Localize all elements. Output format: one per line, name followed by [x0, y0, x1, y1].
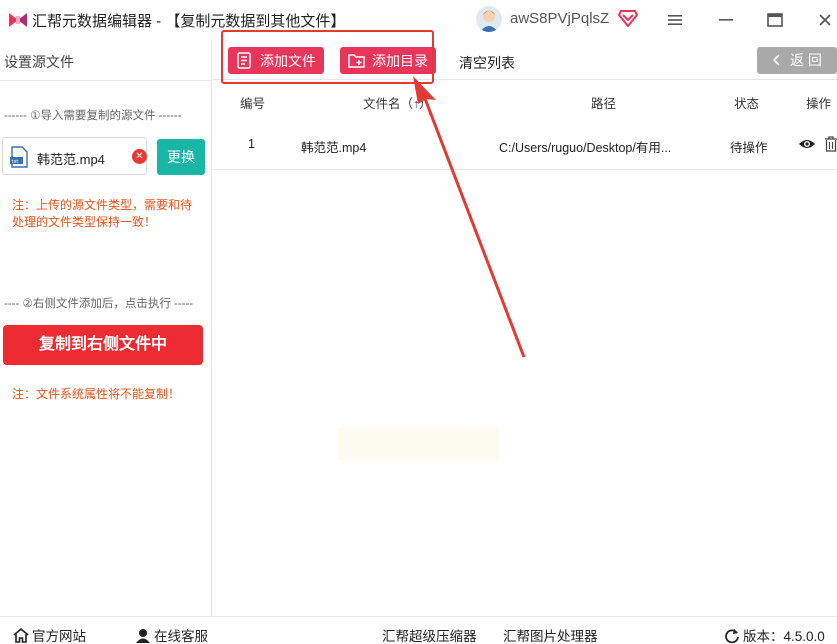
- sidebar-heading: 设置源文件: [0, 40, 212, 81]
- section-execute-divider: ---- ②右侧文件添加后，点击执行 -----: [4, 298, 194, 310]
- file-table-header: 编号 文件名（↑） 路径 状态 操作: [213, 81, 837, 119]
- window-title: 汇帮元数据编辑器 - 【复制元数据到其他文件】: [32, 13, 346, 30]
- footer: 官方网站 在线客服 汇帮超级压缩器 汇帮图片处理器 版本：4.5.0.0: [0, 616, 837, 644]
- row-status: 待操作: [730, 141, 768, 155]
- file-type-note: 注：上传的源文件类型，需要和待处理的文件类型保持一致！: [12, 198, 193, 229]
- replace-button[interactable]: 更换: [157, 139, 205, 175]
- back-button[interactable]: 返 回: [757, 47, 837, 74]
- clear-list-button[interactable]: 清空列表: [459, 53, 515, 73]
- avatar-icon[interactable]: [476, 6, 502, 32]
- support-icon: [136, 628, 150, 643]
- version-info[interactable]: 版本：4.5.0.0: [724, 625, 825, 644]
- home-icon: [13, 627, 29, 643]
- compressor-link[interactable]: 汇帮超级压缩器: [382, 625, 477, 644]
- row-index: 1: [248, 137, 255, 151]
- official-site-label: 官方网站: [32, 629, 86, 644]
- source-file-name: 韩范范.mp4: [37, 152, 105, 167]
- watermark: [338, 428, 498, 460]
- source-file-chip[interactable]: txt 韩范范.mp4 ✕: [2, 137, 147, 175]
- trash-icon[interactable]: [822, 136, 837, 152]
- refresh-icon: [725, 628, 739, 643]
- chevron-left-icon: [772, 54, 780, 66]
- svg-text:txt: txt: [12, 159, 19, 165]
- section-import-divider: ------ ①导入需要复制的源文件 ------: [4, 110, 182, 122]
- row-filename: 韩范范.mp4: [301, 141, 367, 155]
- highlight-annotation: [221, 30, 434, 84]
- video-file-icon: txt: [10, 146, 28, 168]
- version-label: 版本：4.5.0.0: [743, 629, 825, 644]
- online-support-label: 在线客服: [154, 629, 208, 644]
- username[interactable]: awS8PVjPqlsZ: [510, 10, 609, 27]
- maximize-icon[interactable]: [763, 8, 787, 32]
- col-path: 路径: [591, 97, 617, 111]
- col-status: 状态: [734, 97, 760, 111]
- close-icon[interactable]: [813, 8, 837, 32]
- col-filename[interactable]: 文件名（↑）: [363, 93, 432, 112]
- system-attr-note: 注：文件系统属性将不能复制！: [12, 387, 181, 401]
- sidebar: 设置源文件 ------ ①导入需要复制的源文件 ------ txt 韩范范.…: [0, 40, 212, 616]
- official-site-link[interactable]: 官方网站: [13, 625, 86, 644]
- image-tool-link[interactable]: 汇帮图片处理器: [503, 625, 598, 644]
- row-path: C:/Users/ruguo/Desktop/有用...: [499, 141, 672, 155]
- col-index: 编号: [240, 97, 266, 111]
- remove-file-icon[interactable]: ✕: [132, 149, 147, 164]
- eye-icon[interactable]: [798, 136, 816, 152]
- menu-icon[interactable]: [663, 8, 687, 32]
- app-logo-icon: [9, 13, 27, 27]
- minimize-icon[interactable]: [714, 8, 738, 32]
- col-action: 操作: [806, 97, 832, 111]
- vip-diamond-icon[interactable]: [618, 9, 638, 27]
- online-support-link[interactable]: 在线客服: [135, 625, 208, 644]
- copy-to-files-button[interactable]: 复制到右侧文件中: [3, 325, 203, 365]
- table-row[interactable]: 1 韩范范.mp4 C:/Users/ruguo/Desktop/有用... 待…: [213, 120, 837, 170]
- back-label: 返 回: [790, 52, 822, 68]
